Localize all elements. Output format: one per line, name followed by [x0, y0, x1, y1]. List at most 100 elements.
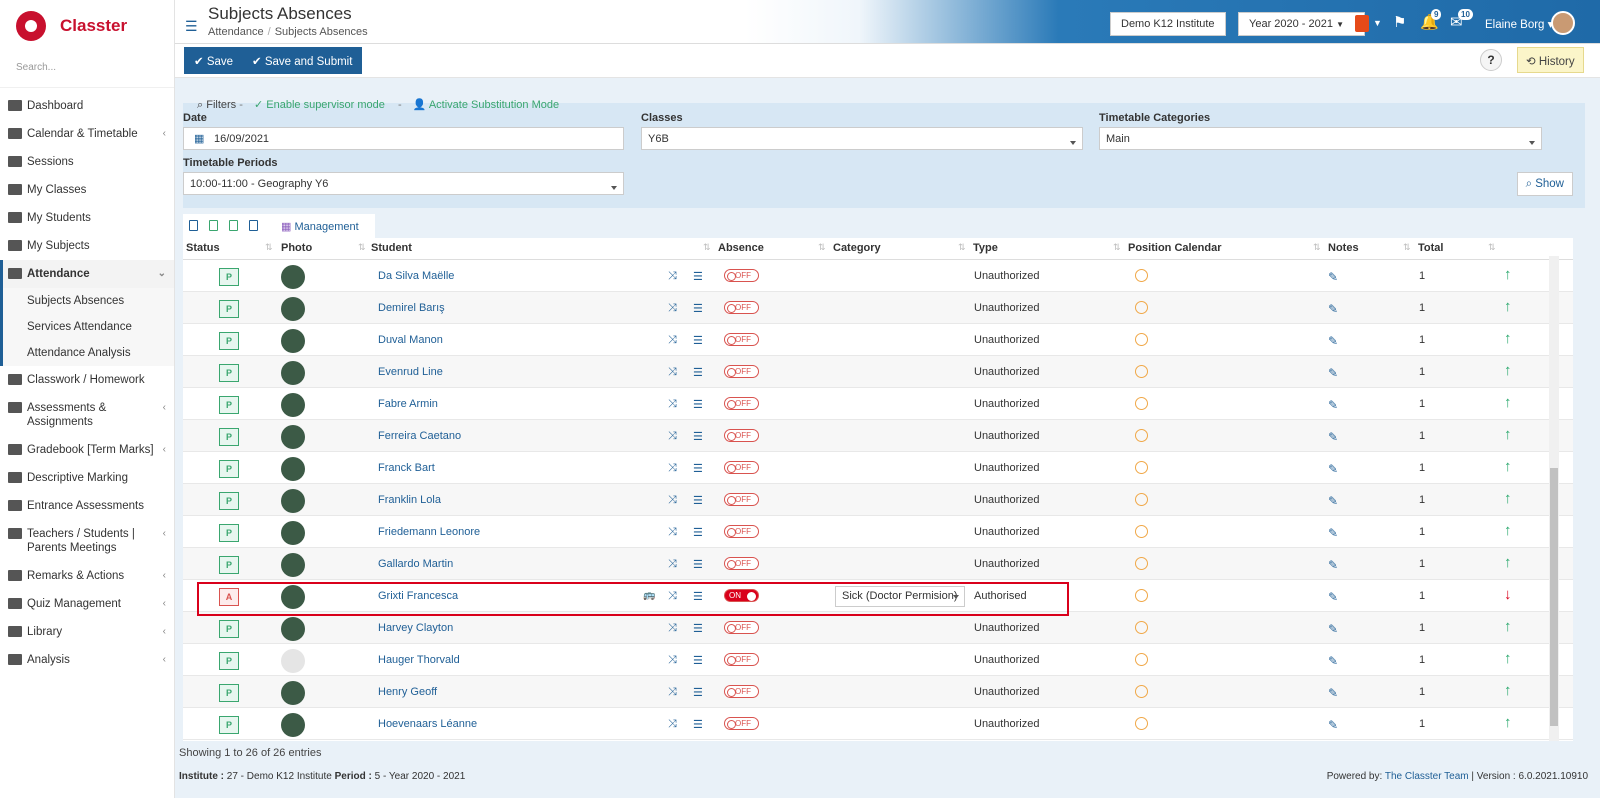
absence-toggle[interactable]: OFF — [724, 333, 759, 346]
excel-icon[interactable] — [209, 220, 218, 231]
show-button[interactable]: ⌕ Show — [1516, 172, 1573, 196]
clock-icon[interactable] — [1135, 621, 1148, 634]
edit-note-icon[interactable]: ✎ — [1328, 654, 1338, 668]
list-icon[interactable]: ☰ — [693, 494, 703, 507]
list-icon[interactable]: ☰ — [693, 654, 703, 667]
sidebar-item-after-9[interactable]: Analysis ‹ — [0, 646, 174, 674]
edit-note-icon[interactable]: ✎ — [1328, 526, 1338, 540]
column-header[interactable]: Photo — [281, 242, 312, 254]
student-name-link[interactable]: Ferreira Caetano — [378, 430, 461, 442]
status-badge[interactable]: P — [219, 268, 239, 286]
absence-toggle[interactable]: OFF — [724, 461, 759, 474]
clock-icon[interactable] — [1135, 429, 1148, 442]
sidebar-item-main-5[interactable]: My Subjects — [0, 232, 174, 260]
edit-note-icon[interactable]: ✎ — [1328, 718, 1338, 732]
clock-icon[interactable] — [1135, 717, 1148, 730]
filters-title[interactable]: Filters — [206, 99, 236, 111]
absence-toggle[interactable]: OFF — [724, 301, 759, 314]
list-icon[interactable]: ☰ — [693, 270, 703, 283]
student-name-link[interactable]: Franck Bart — [378, 462, 435, 474]
shuffle-icon[interactable]: ⤨ — [668, 686, 677, 699]
office-icon[interactable] — [1355, 15, 1369, 32]
list-icon[interactable]: ☰ — [693, 366, 703, 379]
classter-team-link[interactable]: The Classter Team — [1385, 771, 1469, 782]
student-name-link[interactable]: Hoevenaars Léanne — [378, 718, 477, 730]
shuffle-icon[interactable]: ⤨ — [668, 526, 677, 539]
status-badge[interactable]: P — [219, 492, 239, 510]
sidebar-item-after-8[interactable]: Library ‹ — [0, 618, 174, 646]
shuffle-icon[interactable]: ⤨ — [668, 430, 677, 443]
absence-toggle[interactable]: OFF — [724, 429, 759, 442]
sort-icon[interactable]: ⇅ — [1113, 242, 1121, 253]
sort-icon[interactable]: ⇅ — [818, 242, 826, 253]
absence-toggle[interactable]: OFF — [724, 653, 759, 666]
sidebar-item-main-0[interactable]: Dashboard — [0, 92, 174, 120]
status-badge[interactable]: P — [219, 364, 239, 382]
student-name-link[interactable]: Gallardo Martin — [378, 558, 453, 570]
timetable-periods-select[interactable]: 10:00-11:00 - Geography Y6 — [183, 172, 624, 195]
clock-icon[interactable] — [1135, 525, 1148, 538]
history-button[interactable]: ⟲ History — [1517, 47, 1584, 73]
column-header[interactable]: Absence — [718, 242, 764, 254]
student-name-link[interactable]: Hauger Thorvald — [378, 654, 460, 666]
edit-note-icon[interactable]: ✎ — [1328, 430, 1338, 444]
column-header[interactable]: Type — [973, 242, 998, 254]
sidebar-item-main-1[interactable]: Calendar & Timetable ‹ — [0, 120, 174, 148]
clock-icon[interactable] — [1135, 493, 1148, 506]
list-icon[interactable]: ☰ — [693, 526, 703, 539]
clock-icon[interactable] — [1135, 397, 1148, 410]
clock-icon[interactable] — [1135, 653, 1148, 666]
sidebar-search-input[interactable]: Search... — [0, 52, 174, 88]
shuffle-icon[interactable]: ⤨ — [668, 558, 677, 571]
breadcrumb-attendance[interactable]: Attendance — [208, 26, 264, 38]
institute-selector[interactable]: Demo K12 Institute — [1110, 12, 1226, 36]
sidebar-item-after-6[interactable]: Remarks & Actions ‹ — [0, 562, 174, 590]
sidebar-subitem-1[interactable]: Services Attendance — [0, 314, 174, 340]
edit-note-icon[interactable]: ✎ — [1328, 398, 1338, 412]
clock-icon[interactable] — [1135, 269, 1148, 282]
sort-icon[interactable]: ⇅ — [265, 242, 273, 253]
status-badge[interactable]: P — [219, 428, 239, 446]
shuffle-icon[interactable]: ⤨ — [668, 366, 677, 379]
clock-icon[interactable] — [1135, 365, 1148, 378]
edit-note-icon[interactable]: ✎ — [1328, 270, 1338, 284]
edit-note-icon[interactable]: ✎ — [1328, 590, 1338, 604]
absence-toggle[interactable]: OFF — [724, 685, 759, 698]
sidebar-item-main-3[interactable]: My Classes — [0, 176, 174, 204]
sort-icon[interactable]: ⇅ — [358, 242, 366, 253]
student-name-link[interactable]: Duval Manon — [378, 334, 443, 346]
sidebar-item-main-6[interactable]: Attendance ⌄ — [0, 260, 174, 288]
edit-note-icon[interactable]: ✎ — [1328, 558, 1338, 572]
status-badge[interactable]: P — [219, 620, 239, 638]
column-header[interactable]: Notes — [1328, 242, 1359, 254]
logo[interactable]: Classter — [0, 0, 174, 52]
sidebar-item-after-5[interactable]: Teachers / Students | Parents Meetings ‹ — [0, 520, 174, 562]
status-badge[interactable]: P — [219, 300, 239, 318]
shuffle-icon[interactable]: ⤨ — [668, 334, 677, 347]
list-icon[interactable]: ☰ — [693, 430, 703, 443]
classes-select[interactable]: Y6B — [641, 127, 1083, 150]
clock-icon[interactable] — [1135, 685, 1148, 698]
clock-icon[interactable] — [1135, 461, 1148, 474]
shuffle-icon[interactable]: ⤨ — [668, 270, 677, 283]
shuffle-icon[interactable]: ⤨ — [668, 302, 677, 315]
sidebar-item-main-2[interactable]: Sessions — [0, 148, 174, 176]
sidebar-subitem-2[interactable]: Attendance Analysis — [0, 340, 174, 366]
edit-note-icon[interactable]: ✎ — [1328, 334, 1338, 348]
student-name-link[interactable]: Fabre Armin — [378, 398, 438, 410]
student-name-link[interactable]: Friedemann Leonore — [378, 526, 480, 538]
sidebar-item-after-1[interactable]: Assessments & Assignments ‹ — [0, 394, 174, 436]
status-badge[interactable]: P — [219, 396, 239, 414]
column-header[interactable]: Total — [1418, 242, 1443, 254]
status-badge[interactable]: P — [219, 556, 239, 574]
shuffle-icon[interactable]: ⤨ — [668, 654, 677, 667]
sort-icon[interactable]: ⇅ — [1313, 242, 1321, 253]
absence-toggle[interactable]: OFF — [724, 365, 759, 378]
status-badge[interactable]: P — [219, 652, 239, 670]
absence-toggle[interactable]: OFF — [724, 269, 759, 282]
shuffle-icon[interactable]: ⤨ — [668, 398, 677, 411]
status-badge[interactable]: P — [219, 684, 239, 702]
edit-note-icon[interactable]: ✎ — [1328, 462, 1338, 476]
status-badge[interactable]: P — [219, 332, 239, 350]
user-menu[interactable]: Elaine Borg ▾ — [1485, 17, 1553, 31]
